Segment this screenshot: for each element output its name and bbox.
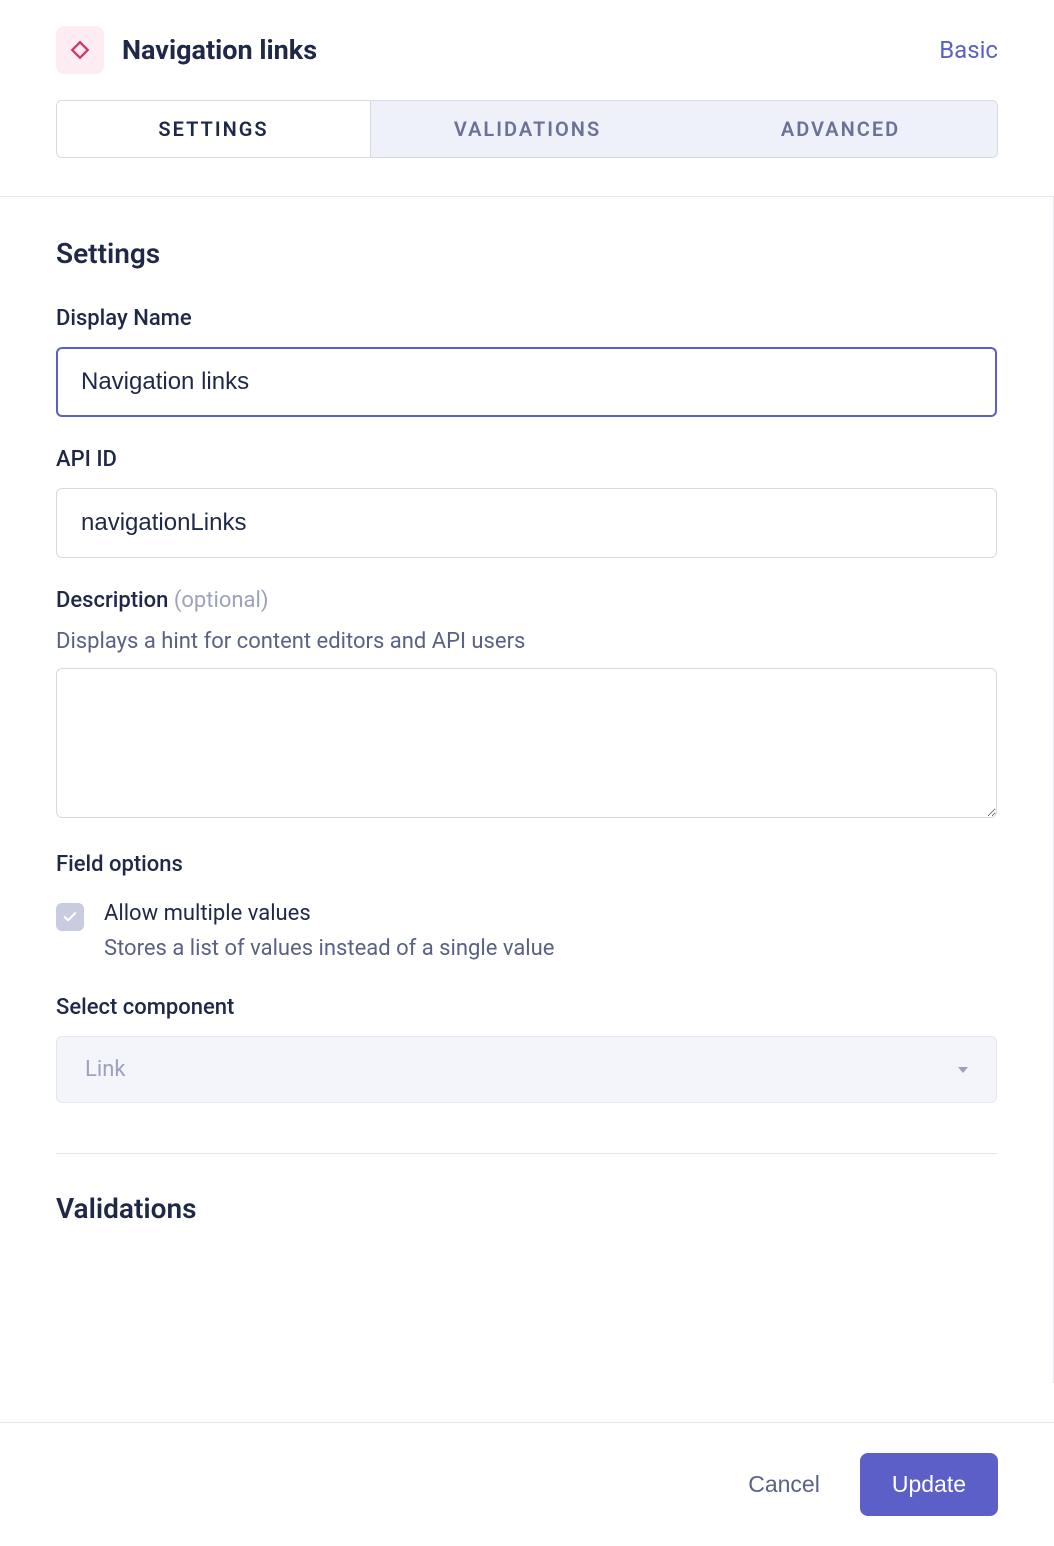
update-button[interactable]: Update <box>860 1453 998 1516</box>
display-name-group: Display Name <box>56 306 997 417</box>
allow-multiple-row: Allow multiple values Stores a list of v… <box>56 901 997 961</box>
validations-heading: Validations <box>56 1192 997 1225</box>
field-options-group: Field options Allow multiple values Stor… <box>56 852 997 961</box>
check-icon <box>62 909 78 925</box>
description-label: Description (optional) <box>56 588 997 613</box>
tab-advanced[interactable]: ADVANCED <box>684 101 997 157</box>
field-type-label: Basic <box>939 36 998 64</box>
dialog-header: Navigation links Basic <box>0 0 1054 100</box>
settings-panel: Settings Display Name API ID Description… <box>0 197 1054 1383</box>
api-id-label: API ID <box>56 447 997 472</box>
chevron-down-icon <box>958 1067 968 1073</box>
cancel-button[interactable]: Cancel <box>748 1471 820 1498</box>
diamond-icon <box>69 39 91 61</box>
dialog-footer: Cancel Update <box>0 1422 1054 1546</box>
tab-validations[interactable]: VALIDATIONS <box>371 101 684 157</box>
description-group: Description (optional) Displays a hint f… <box>56 588 997 822</box>
allow-multiple-label: Allow multiple values <box>104 901 554 926</box>
allow-multiple-checkbox[interactable] <box>56 903 84 931</box>
tabs: SETTINGS VALIDATIONS ADVANCED <box>56 100 998 158</box>
tab-settings[interactable]: SETTINGS <box>57 101 371 157</box>
api-id-group: API ID <box>56 447 997 558</box>
select-component-value: Link <box>85 1057 126 1082</box>
field-options-label: Field options <box>56 852 997 877</box>
page-title: Navigation links <box>122 34 317 66</box>
display-name-input[interactable] <box>56 347 997 417</box>
select-component-group: Select component Link <box>56 995 997 1103</box>
field-type-icon-box <box>56 26 104 74</box>
description-textarea[interactable] <box>56 668 997 818</box>
description-hint: Displays a hint for content editors and … <box>56 629 997 654</box>
select-component-label: Select component <box>56 995 997 1020</box>
display-name-label: Display Name <box>56 306 997 331</box>
api-id-input[interactable] <box>56 488 997 558</box>
allow-multiple-hint: Stores a list of values instead of a sin… <box>104 936 554 961</box>
settings-heading: Settings <box>56 237 997 270</box>
select-component-dropdown[interactable]: Link <box>56 1036 997 1103</box>
